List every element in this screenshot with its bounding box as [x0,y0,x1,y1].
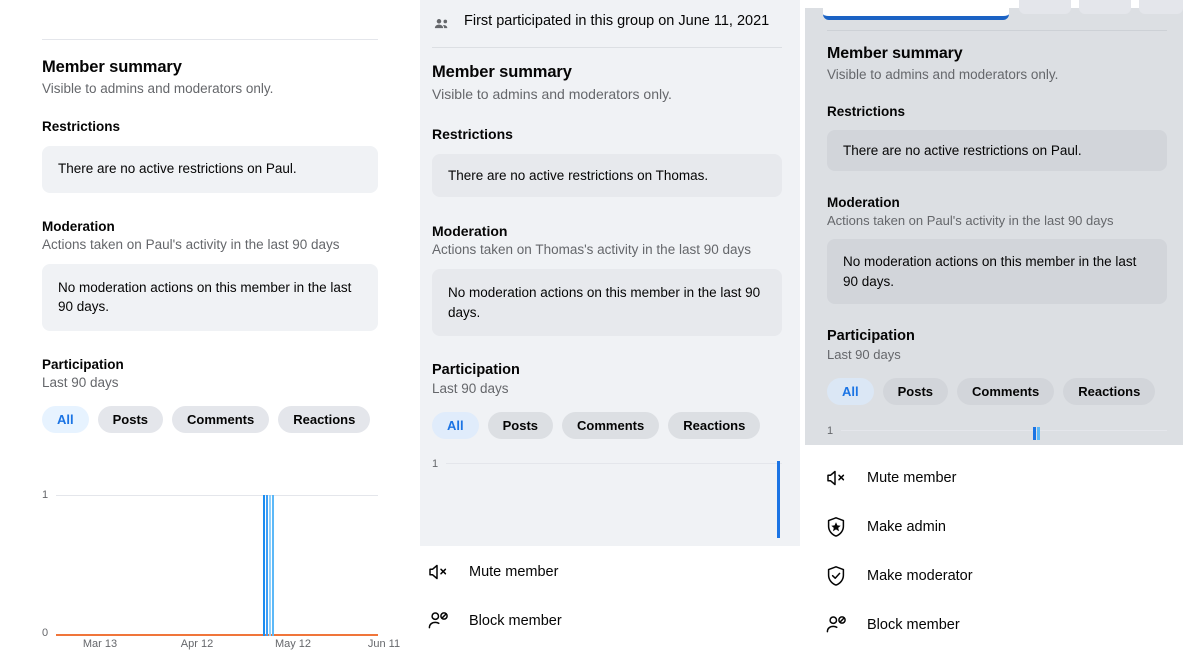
action-make-moderator[interactable]: Make moderator [823,563,973,589]
action-label: Mute member [469,564,558,580]
filter-tab-posts[interactable]: Posts [883,378,948,405]
action-label: Mute member [867,470,956,486]
member-actions-sheet: Mute member Block member [400,546,805,670]
member-summary-panel-3: Member summary Visible to admins and mod… [805,0,1200,670]
moderation-heading: Moderation [827,195,1167,210]
x-tick-2: May 12 [275,638,311,650]
section-divider [827,30,1167,31]
gridline-1 [56,495,378,496]
action-block-member[interactable]: Block member [823,612,960,638]
filter-tab-reactions[interactable]: Reactions [278,406,370,433]
participation-subtext: Last 90 days [827,347,1167,362]
action-label: Block member [469,613,562,629]
action-block-member[interactable]: Block member [425,608,562,634]
first-participated-row: First participated in this group on June… [432,0,782,34]
page-subtitle: Visible to admins and moderators only. [42,81,378,96]
participation-heading: Participation [42,357,378,372]
chart-plot-area [56,452,378,636]
gridline-1 [841,430,1167,431]
speaker-mute-icon [823,465,849,491]
shield-star-icon [823,514,849,540]
restrictions-message: There are no active restrictions on Thom… [432,154,782,197]
page-title: Member summary [42,58,378,77]
restrictions-heading: Restrictions [42,119,378,134]
moderation-message: No moderation actions on this member in … [827,239,1167,304]
moderation-message: No moderation actions on this member in … [42,264,378,331]
action-mute-member[interactable]: Mute member [823,465,956,491]
shield-check-icon [823,563,849,589]
filter-tab-all[interactable]: All [827,378,874,405]
participation-filter-tabs: All Posts Comments Reactions [42,406,378,433]
series-spike-all [272,495,274,636]
participation-chart: 1 0 Mar 13 Apr 12 May 12 Jun 11 [42,452,378,658]
filter-tab-comments[interactable]: Comments [562,412,659,439]
page-subtitle: Visible to admins and moderators only. [827,67,1167,82]
y-tick-max: 1 [827,425,833,437]
first-participated-text: First participated in this group on June… [464,12,769,32]
moderation-heading: Moderation [42,219,378,234]
participation-filter-tabs: All Posts Comments Reactions [827,378,1167,405]
series-spike-comments [266,495,268,636]
series-spike-activity [777,461,780,538]
member-summary-card: Member summary Visible to admins and mod… [805,8,1183,445]
y-tick-min: 0 [42,627,48,639]
action-label: Block member [867,617,960,633]
restrictions-message: There are no active restrictions on Paul… [827,130,1167,171]
moderation-heading: Moderation [432,223,782,239]
y-tick-max: 1 [432,458,438,470]
person-block-icon [425,608,451,634]
chart-plot-area [446,458,782,538]
member-summary-panel-1: Member summary Visible to admins and mod… [0,0,400,670]
participation-heading: Participation [432,362,782,378]
series-spike-reactions [269,495,271,636]
x-tick-1: Apr 12 [181,638,213,650]
page-subtitle: Visible to admins and moderators only. [432,86,782,102]
moderation-message: No moderation actions on this member in … [432,269,782,336]
filter-tab-comments[interactable]: Comments [957,378,1054,405]
series-spike-a [1033,427,1036,440]
filter-tab-posts[interactable]: Posts [488,412,553,439]
filter-tab-all[interactable]: All [432,412,479,439]
y-tick-max: 1 [42,489,48,501]
member-actions-sheet: Mute member Make admin Make moderator [805,445,1200,670]
restrictions-heading: Restrictions [827,104,1167,119]
person-block-icon [823,612,849,638]
restrictions-heading: Restrictions [432,126,782,142]
filter-tab-comments[interactable]: Comments [172,406,269,433]
x-tick-3: Jun 11 [368,638,400,650]
action-mute-member[interactable]: Mute member [425,559,558,585]
action-label: Make moderator [867,568,973,584]
section-divider [432,47,782,48]
action-label: Make admin [867,519,946,535]
moderation-subtext: Actions taken on Paul's activity in the … [42,237,378,252]
filter-tab-reactions[interactable]: Reactions [1063,378,1155,405]
member-summary-card: First participated in this group on June… [420,0,800,546]
participation-subtext: Last 90 days [432,381,782,396]
restrictions-message: There are no active restrictions on Paul… [42,146,378,193]
participation-chart: 1 [432,458,782,538]
series-spike-b [1037,427,1040,440]
chart-x-axis: Mar 13 Apr 12 May 12 Jun 11 [56,638,378,658]
filter-tab-all[interactable]: All [42,406,89,433]
page-title: Member summary [432,63,782,82]
gridline-1 [446,463,782,464]
participation-heading: Participation [827,328,1167,344]
baseline-series [56,634,378,636]
filter-tab-posts[interactable]: Posts [98,406,163,433]
participation-subtext: Last 90 days [42,375,378,390]
section-divider [42,39,378,40]
x-tick-0: Mar 13 [83,638,117,650]
series-spike-posts [263,495,265,636]
moderation-subtext: Actions taken on Thomas's activity in th… [432,242,782,257]
filter-tab-reactions[interactable]: Reactions [668,412,760,439]
speaker-mute-icon [425,559,451,585]
page-title: Member summary [827,45,1167,63]
participation-filter-tabs: All Posts Comments Reactions [432,412,782,439]
action-make-admin[interactable]: Make admin [823,514,946,540]
moderation-subtext: Actions taken on Paul's activity in the … [827,213,1167,228]
group-people-icon [432,14,452,34]
member-summary-panel-2: First participated in this group on June… [400,0,805,670]
